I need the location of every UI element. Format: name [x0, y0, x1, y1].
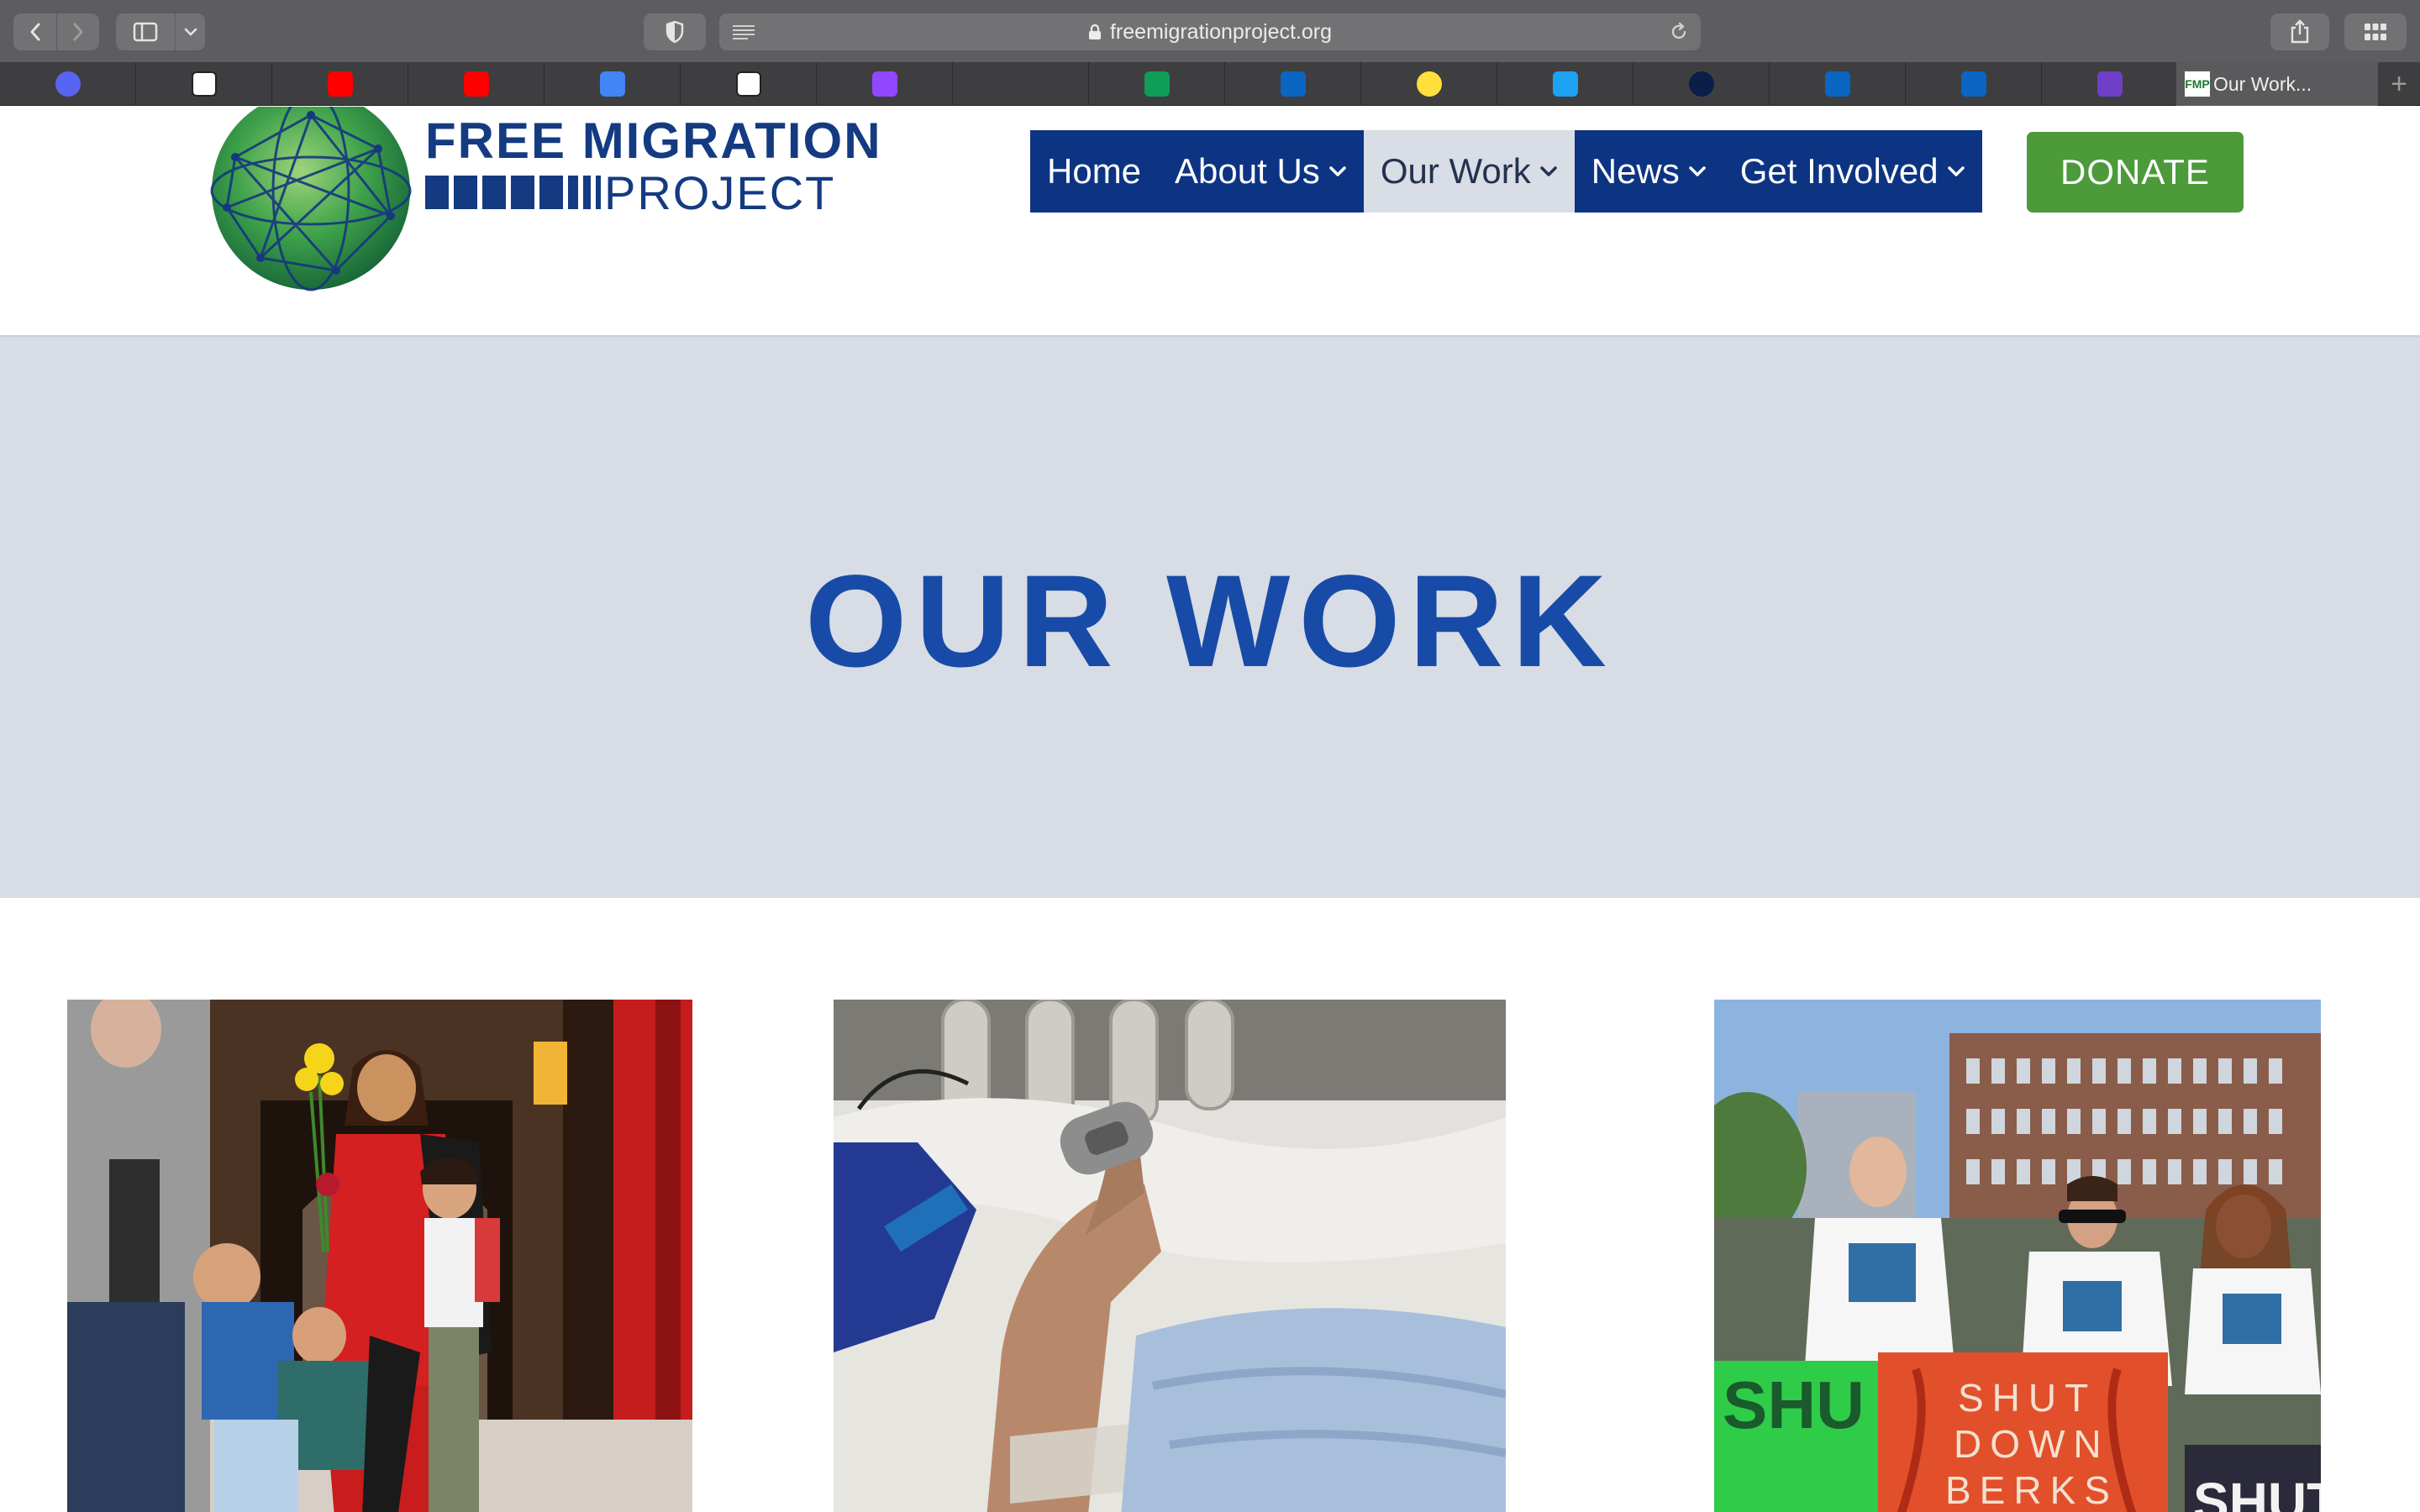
back-button[interactable] — [13, 13, 56, 50]
site-logo[interactable]: FREE MIGRATION PROJECT — [210, 107, 899, 291]
page-title: OUR WORK — [805, 549, 1615, 695]
favorite-14[interactable] — [1906, 62, 2042, 106]
favorite-1[interactable] — [136, 62, 272, 106]
nav-item-label: Get Involved — [1739, 151, 1939, 191]
globe-logo-icon — [210, 107, 412, 291]
favorite-0[interactable] — [0, 62, 136, 106]
nav-item-home[interactable]: Home — [1030, 130, 1158, 213]
web-page: FREE MIGRATION PROJECT Home About Us Our W… — [0, 107, 2420, 1512]
favorite-12[interactable] — [1634, 62, 1770, 106]
browser-toolbar: freemigrationproject.org — [0, 0, 2420, 62]
chevron-down-icon — [1328, 165, 1347, 177]
favorite-15[interactable] — [2042, 62, 2178, 106]
reload-icon[interactable] — [1669, 22, 1689, 42]
favorite-10[interactable] — [1361, 62, 1497, 106]
lock-icon — [1088, 24, 1102, 40]
chevron-down-icon — [1688, 165, 1707, 177]
twitch-icon — [871, 71, 897, 97]
favorite-6[interactable] — [817, 62, 953, 106]
shield-icon — [666, 20, 684, 44]
plus-icon: + — [2391, 67, 2407, 100]
sidebar-menu-button[interactable] — [175, 13, 205, 50]
chevron-down-icon — [1539, 165, 1558, 177]
google-sheets-icon — [1144, 71, 1170, 97]
site-header: FREE MIGRATION PROJECT Home About Us Our W… — [0, 107, 2420, 335]
nav-item-news[interactable]: News — [1575, 130, 1723, 213]
grid-icon — [2365, 24, 2386, 40]
photo-protest-shut-down-berks[interactable]: SHU DOW SHUT DOWN BERKS SHUT — [1714, 1000, 2321, 1512]
b-icon — [1688, 71, 1714, 97]
chevron-down-icon — [184, 28, 197, 36]
sidebar-toggle-button[interactable] — [116, 13, 175, 50]
photo-family-illustration — [67, 1000, 692, 1512]
favorite-9[interactable] — [1225, 62, 1361, 106]
sign-line-1: SHUT — [1958, 1376, 2096, 1420]
nav-item-our-work[interactable]: Our Work — [1363, 130, 1575, 213]
chevron-right-icon — [73, 23, 83, 41]
sign-line-3: BERKS — [1945, 1468, 2118, 1512]
address-bar[interactable]: freemigrationproject.org — [719, 13, 1701, 50]
nav-item-label: Our Work — [1380, 151, 1531, 191]
chevron-left-icon — [30, 23, 39, 41]
nav-item-label: News — [1591, 151, 1680, 191]
bird-icon — [1552, 71, 1578, 97]
logo-project-text: PROJECT — [604, 165, 836, 219]
logo-text-line1: FREE MIGRATION — [425, 113, 882, 169]
favorite-13[interactable] — [1770, 62, 1906, 106]
favorite-3[interactable] — [408, 62, 544, 106]
privacy-report-button[interactable] — [644, 13, 706, 50]
otta-icon — [1416, 71, 1442, 97]
linkedin-icon — [1824, 71, 1850, 97]
linkedin-icon — [1280, 71, 1306, 97]
favorite-4[interactable] — [544, 62, 681, 106]
photo-protest-illustration: SHU DOW SHUT DOWN BERKS SHUT — [1714, 1000, 2321, 1512]
favorite-8[interactable] — [1089, 62, 1225, 106]
nav-item-about-us[interactable]: About Us — [1158, 130, 1364, 213]
history-nav-group — [13, 13, 99, 50]
new-tab-button[interactable]: + — [2378, 62, 2420, 106]
notion-icon — [735, 71, 761, 97]
youtube-icon — [463, 71, 489, 97]
share-button[interactable] — [2270, 13, 2329, 50]
linkedin-icon — [1960, 71, 1986, 97]
active-tab[interactable]: FMP Our Work... — [2176, 62, 2378, 106]
favorite-11[interactable] — [1497, 62, 1634, 106]
nav-item-label: Home — [1047, 151, 1142, 191]
google-docs-icon — [599, 71, 625, 97]
tab-overview-button[interactable] — [2344, 13, 2407, 50]
photo-hospital-illustration — [834, 1000, 1506, 1512]
nav-item-get-involved[interactable]: Get Involved — [1723, 130, 1982, 213]
donate-button[interactable]: DONATE — [2027, 132, 2244, 213]
hero-banner: OUR WORK — [0, 335, 2420, 898]
favorite-2[interactable] — [272, 62, 408, 106]
nav-item-label: About Us — [1175, 151, 1320, 191]
discord-icon — [55, 71, 81, 97]
favorite-7[interactable] — [953, 62, 1089, 106]
sign-right-text: SHUT — [2193, 1472, 2321, 1512]
forward-button[interactable] — [56, 13, 99, 50]
share-icon — [2291, 19, 2309, 44]
photo-hospital-patient-hand[interactable] — [834, 1000, 1506, 1512]
logo-text-line2: PROJECT — [425, 166, 835, 219]
youtube-icon — [327, 71, 353, 97]
sidebar-group — [116, 13, 205, 50]
url-display: freemigrationproject.org — [719, 13, 1701, 50]
main-navigation: Home About Us Our Work News Get Involved — [1030, 130, 1982, 213]
tab-title: Our Work... — [2213, 72, 2312, 95]
logo-bars-graphic — [425, 176, 601, 209]
dg-icon — [191, 71, 217, 97]
sidebar-icon — [133, 22, 158, 42]
fmp-favicon: FMP — [2185, 71, 2210, 97]
photo-family-church-steps[interactable] — [67, 1000, 692, 1512]
sign-line-2: DOWN — [1954, 1422, 2110, 1466]
mail-icon — [2096, 71, 2123, 97]
favorites-bar: FMP Our Work... + — [0, 62, 2420, 106]
url-text: freemigrationproject.org — [1109, 19, 1332, 44]
chevron-down-icon — [1947, 165, 1965, 177]
favorite-5[interactable] — [681, 62, 817, 106]
